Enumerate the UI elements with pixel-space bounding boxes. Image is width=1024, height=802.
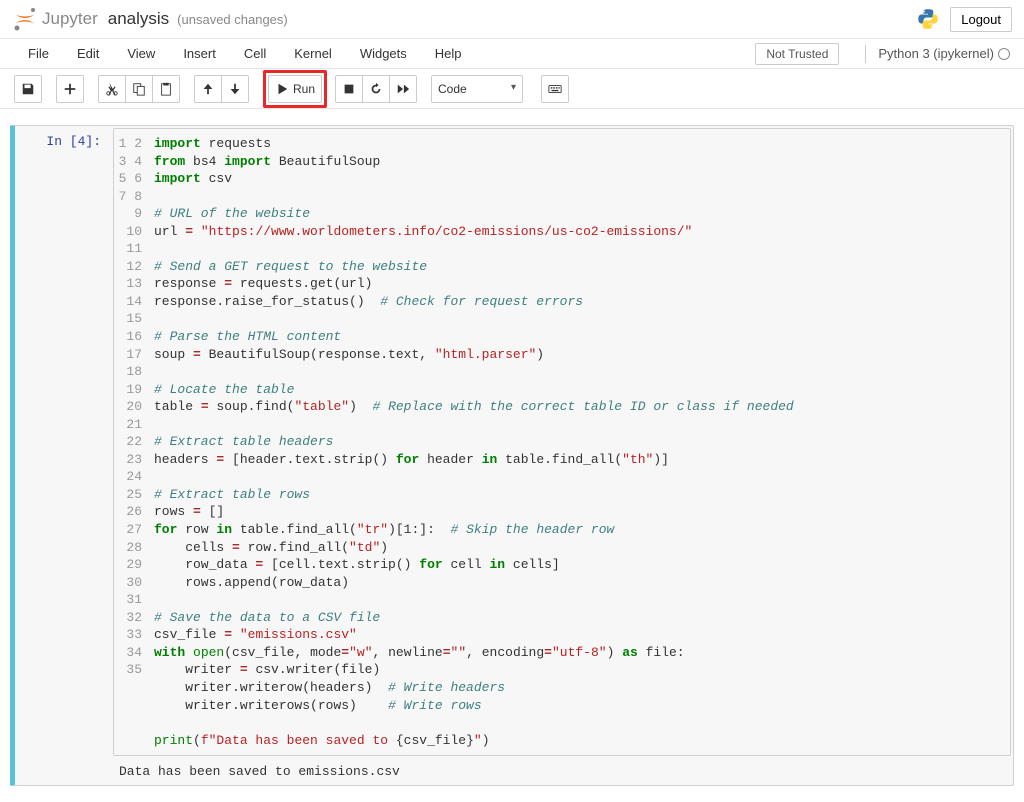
notebook-name[interactable]: analysis	[108, 9, 169, 29]
cell-prompt: In [4]:	[15, 126, 111, 785]
menu-file[interactable]: File	[14, 40, 63, 67]
fast-forward-icon	[396, 82, 410, 96]
interrupt-button[interactable]	[335, 75, 363, 103]
move-up-button[interactable]	[194, 75, 222, 103]
trust-indicator[interactable]: Not Trusted	[755, 43, 839, 65]
run-button[interactable]: Run	[268, 75, 322, 103]
code-cell[interactable]: In [4]: 1 2 3 4 5 6 7 8 9 10 11 12 13 14…	[10, 125, 1014, 786]
toolbar: Run Code	[0, 69, 1024, 109]
copy-icon	[132, 82, 146, 96]
cut-icon	[105, 82, 119, 96]
menu-cell[interactable]: Cell	[230, 40, 280, 67]
cut-button[interactable]	[98, 75, 126, 103]
kernel-name[interactable]: Python 3 (ipykernel)	[878, 46, 994, 61]
header: Jupyter analysis (unsaved changes) Logou…	[0, 0, 1024, 39]
restart-button[interactable]	[362, 75, 390, 103]
unsaved-changes-label: (unsaved changes)	[177, 12, 288, 27]
menu-widgets[interactable]: Widgets	[346, 40, 421, 67]
python-icon	[916, 7, 940, 31]
arrow-down-icon	[228, 82, 242, 96]
cell-output: Data has been saved to emissions.csv	[111, 758, 1013, 785]
save-button[interactable]	[14, 75, 42, 103]
code-content[interactable]: import requests from bs4 import Beautifu…	[146, 129, 1010, 755]
notebook-area: In [4]: 1 2 3 4 5 6 7 8 9 10 11 12 13 14…	[0, 109, 1024, 802]
menu-help[interactable]: Help	[421, 40, 476, 67]
paste-button[interactable]	[152, 75, 180, 103]
line-numbers: 1 2 3 4 5 6 7 8 9 10 11 12 13 14 15 16 1…	[114, 129, 146, 755]
celltype-value: Code	[438, 82, 467, 96]
command-palette-button[interactable]	[541, 75, 569, 103]
menu-view[interactable]: View	[113, 40, 169, 67]
save-icon	[21, 82, 35, 96]
menu-kernel[interactable]: Kernel	[280, 40, 346, 67]
logout-button[interactable]: Logout	[950, 7, 1012, 32]
stop-icon	[342, 82, 356, 96]
plus-icon	[63, 82, 77, 96]
arrow-up-icon	[201, 82, 215, 96]
restart-run-all-button[interactable]	[389, 75, 417, 103]
celltype-select[interactable]: Code	[431, 75, 523, 103]
menu-edit[interactable]: Edit	[63, 40, 113, 67]
play-icon	[275, 82, 289, 96]
divider	[865, 45, 866, 63]
code-area[interactable]: 1 2 3 4 5 6 7 8 9 10 11 12 13 14 15 16 1…	[113, 128, 1011, 756]
kernel-status-icon	[998, 48, 1010, 60]
keyboard-icon	[548, 82, 562, 96]
menu-insert[interactable]: Insert	[169, 40, 230, 67]
menubar: FileEditViewInsertCellKernelWidgetsHelp …	[0, 39, 1024, 69]
cell-body: 1 2 3 4 5 6 7 8 9 10 11 12 13 14 15 16 1…	[111, 126, 1013, 785]
jupyter-logo[interactable]: Jupyter	[12, 6, 98, 32]
restart-icon	[369, 82, 383, 96]
insert-cell-button[interactable]	[56, 75, 84, 103]
run-label: Run	[293, 82, 315, 96]
paste-icon	[159, 82, 173, 96]
jupyter-brand-text: Jupyter	[42, 9, 98, 29]
move-down-button[interactable]	[221, 75, 249, 103]
copy-button[interactable]	[125, 75, 153, 103]
run-button-highlight: Run	[263, 70, 327, 108]
jupyter-logo-icon	[12, 6, 38, 32]
